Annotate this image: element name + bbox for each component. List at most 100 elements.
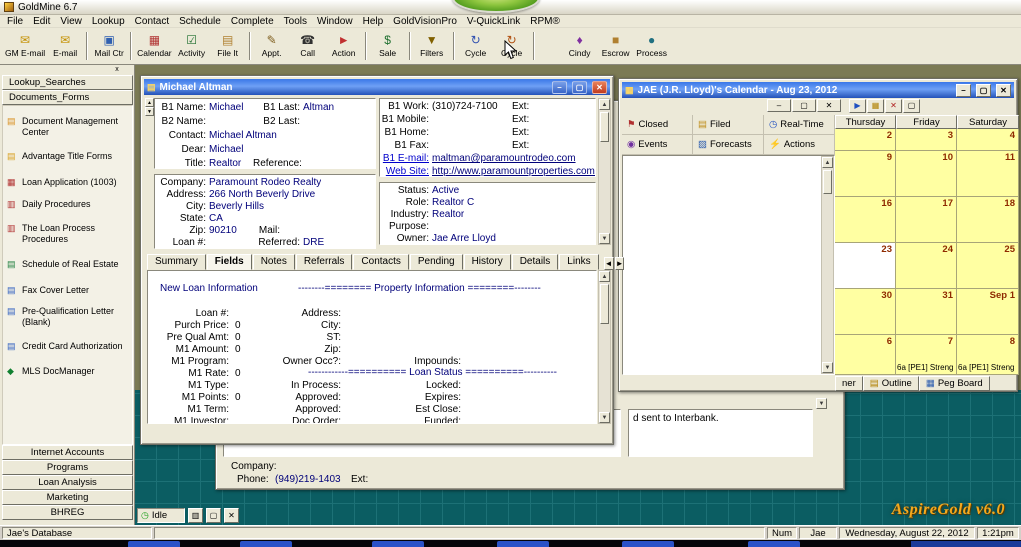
close-icon[interactable]: ✕ [996,84,1011,97]
scrollbar-thumb[interactable] [823,170,832,194]
menu-contact[interactable]: Contact [130,15,174,28]
menu-lookup[interactable]: Lookup [87,15,130,28]
email-link[interactable]: maltman@paramountrodeo.com [432,153,576,164]
field-value[interactable]: CA [209,213,223,224]
field-value[interactable]: DRE [303,237,324,248]
sidebar-tab-lookup-searches[interactable]: Lookup_Searches [2,75,133,90]
field-value[interactable]: Realtor C [432,197,474,208]
calendar-day-cell-selected[interactable]: 23 [835,243,896,289]
activity-scrollbar[interactable]: ▲ ▼ [821,156,834,374]
sidebar-item-fax-cover-letter[interactable]: ▤Fax Cover Letter [7,285,131,296]
tab-details[interactable]: Details [512,254,559,270]
calendar-day-cell[interactable]: 24 [896,243,957,289]
activity-list-pane[interactable]: ▲ ▼ [622,155,835,375]
scrollbar-thumb[interactable] [600,112,609,142]
calendar-titlebar[interactable]: ▦ JAE (J.R. Lloyd)'s Calendar - Aug 23, … [622,82,1014,98]
grid-view-icon[interactable]: ▦ [867,99,884,113]
scroll-up-icon[interactable]: ▲ [822,157,833,168]
sidebar-item-credit-card-authorization[interactable]: ▤Credit Card Authorization [7,341,131,352]
calendar-event[interactable]: 6a [PE1] Streng [958,363,1014,372]
menu-window[interactable]: Window [312,15,358,28]
tab-contacts[interactable]: Contacts [353,254,408,270]
tab-history[interactable]: History [464,254,511,270]
sidebar-tab-documents-forms[interactable]: Documents_Forms [2,90,133,105]
calendar-event[interactable]: 6a [PE1] Streng [897,363,953,372]
toolbar-calendar-button[interactable]: ▦Calendar [135,30,174,63]
toolbar-call-button[interactable]: ☎Call [290,30,326,63]
field-value[interactable]: 0 [232,320,241,331]
toolbar-process-button[interactable]: ●Process [634,30,670,63]
calendar-day-cell[interactable]: 18 [957,197,1019,243]
sidebar-tab-programs[interactable]: Programs [2,460,133,475]
field-value[interactable]: 0 [232,392,241,403]
status-button-2[interactable]: ▢ [206,508,221,523]
menu-file[interactable]: File [2,15,28,28]
tab-scroll-left-icon[interactable]: ◄ [604,257,614,270]
calendar-day-cell[interactable]: 25 [957,243,1019,289]
menu-edit[interactable]: Edit [28,15,55,28]
toolbar-cycle1-button[interactable]: ↻Cycle [458,30,494,63]
calendar-day-cell[interactable]: 76a [PE1] Streng [896,335,957,375]
website-link[interactable]: http://www.paramountproperties.com/ [432,166,595,177]
pane-minimize-icon[interactable]: – [767,99,791,112]
taskbar-button[interactable] [497,541,549,547]
field-value[interactable]: 0 [232,368,241,379]
close-icon[interactable]: ✕ [592,81,607,94]
filter-real-time-button[interactable]: ◷Real-Time [764,115,835,135]
tab-scroll-right-icon[interactable]: ► [615,257,625,270]
menu-help[interactable]: Help [358,15,389,28]
field-value[interactable]: Michael [209,144,243,155]
toolbar-filters-button[interactable]: ▼Filters [414,30,450,63]
calendar-day-cell[interactable]: 86a [PE1] Streng [957,335,1019,375]
tab-peg-board[interactable]: ▦Peg Board [919,376,990,391]
field-value[interactable]: 0 [232,344,241,355]
calendar-day-cell[interactable]: 3 [896,129,957,151]
toolbar-cindy-button[interactable]: ♦Cindy [562,30,598,63]
status-button-3[interactable]: ✕ [224,508,239,523]
sidebar-close-icon[interactable]: x [112,66,122,75]
spin-down-icon[interactable]: ▼ [145,107,154,116]
menu-complete[interactable]: Complete [226,15,279,28]
field-value[interactable]: 266 North Beverly Drive [209,189,315,200]
notes-pane-right[interactable]: d sent to Interbank. [628,409,813,457]
field-value[interactable]: Jae Arre Lloyd [432,233,496,244]
field-value[interactable]: (310)724-7100 [432,101,512,112]
sidebar-tab-internet-accounts[interactable]: Internet Accounts [2,445,133,460]
calendar-day-cell[interactable]: 6 [835,335,896,375]
calendar-day-cell[interactable]: 16 [835,197,896,243]
menu-tools[interactable]: Tools [279,15,312,28]
filter-forecasts-button[interactable]: ▨Forecasts [693,135,764,155]
field-value[interactable]: Realtor [209,158,253,169]
tab-links[interactable]: Links [559,254,598,270]
menu-rpm[interactable]: RPM® [525,15,565,28]
phone-value[interactable]: (949)219-1403 [275,474,341,485]
field-value[interactable]: Active [432,185,459,196]
delete-icon[interactable]: ✕ [885,99,902,113]
menu-goldvisionpro[interactable]: GoldVisionPro [388,15,462,28]
calendar-day-cell[interactable]: 30 [835,289,896,335]
calendar-day-cell[interactable]: 2 [835,129,896,151]
toolbar-sale-button[interactable]: $Sale [370,30,406,63]
menu-schedule[interactable]: Schedule [174,15,226,28]
tab-fields[interactable]: Fields [207,254,252,270]
sidebar-item-document-management-center[interactable]: ▤Document Management Center [7,116,131,138]
toolbar-mail-ctr-button[interactable]: ▣Mail Ctr [91,30,127,63]
toolbar-email-button[interactable]: ✉E-mail [47,30,83,63]
sidebar-item-schedule-of-real-estate[interactable]: ▤Schedule of Real Estate [7,259,131,270]
spin-up-icon[interactable]: ▲ [145,98,154,107]
sidebar-tab-bhreg[interactable]: BHREG [2,505,133,520]
field-value[interactable]: Altman [303,102,334,113]
toolbar-gm-email-button[interactable]: ✉GM E-mail [3,30,47,63]
day-header-friday[interactable]: Friday [896,115,957,129]
field-value[interactable]: Michael [209,102,253,113]
calendar-day-cell[interactable]: 10 [896,151,957,197]
menu-view[interactable]: View [55,15,87,28]
calendar-day-cell[interactable]: 31 [896,289,957,335]
scroll-up-icon[interactable]: ▲ [599,271,610,282]
tab-notes[interactable]: Notes [253,254,295,270]
scroll-down-icon[interactable]: ▼ [816,398,827,409]
filter-filed-button[interactable]: ▤Filed [693,115,764,135]
minimize-icon[interactable]: – [956,84,971,97]
sidebar-item-loan-process-procedures[interactable]: ▥The Loan Process Procedures [7,223,131,245]
calendar-day-cell[interactable]: 9 [835,151,896,197]
